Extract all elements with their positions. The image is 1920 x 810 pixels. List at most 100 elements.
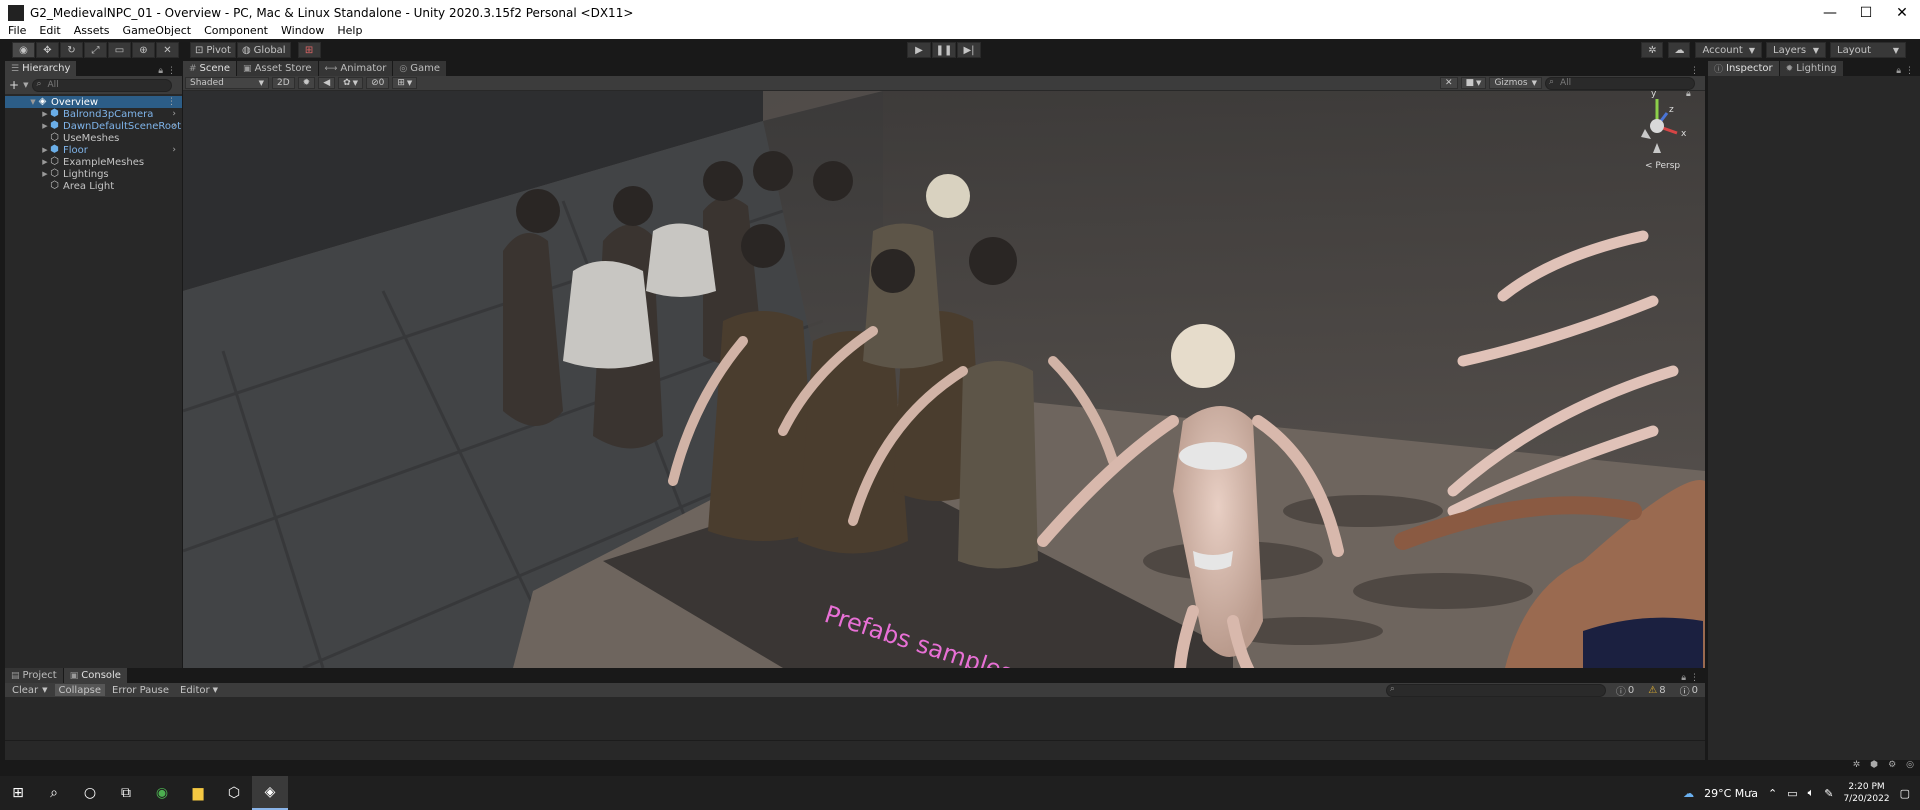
- lock-icon[interactable]: 🔒︎: [1896, 66, 1901, 76]
- hierarchy-search-input[interactable]: All: [32, 78, 173, 92]
- gizmos-dropdown[interactable]: Gizmos ▼: [1489, 77, 1542, 89]
- editor-dropdown[interactable]: Editor ▼: [176, 684, 222, 696]
- chevron-right-icon[interactable]: ›: [172, 109, 176, 119]
- transform-tool-button[interactable]: ⊕: [132, 42, 155, 58]
- hierarchy-item[interactable]: ▶ ⬡ Lightings: [5, 168, 182, 180]
- tab-inspector[interactable]: ⓘ Inspector: [1708, 61, 1779, 76]
- expand-arrow-icon[interactable]: ▶: [41, 122, 49, 130]
- chevron-right-icon[interactable]: ›: [172, 121, 176, 131]
- tab-project[interactable]: ▤ Project: [5, 668, 63, 683]
- move-tool-button[interactable]: ✥: [36, 42, 59, 58]
- menu-assets[interactable]: Assets: [74, 24, 110, 37]
- grid-dropdown[interactable]: ⊞ ▼: [392, 77, 418, 89]
- menu-window[interactable]: Window: [281, 24, 324, 37]
- orientation-gizmo[interactable]: y z x 🔒︎ < Persp: [1627, 91, 1691, 181]
- hierarchy-item[interactable]: ▶ ⬢ Floor ›: [5, 144, 182, 156]
- weather-icon[interactable]: ☁: [1683, 787, 1694, 800]
- menu-component[interactable]: Component: [204, 24, 268, 37]
- scene-viewport[interactable]: Prefabs samples y z x 🔒︎ < Persp: [183, 91, 1705, 668]
- network-icon[interactable]: ▭: [1787, 787, 1797, 800]
- taskbar-unity-editor[interactable]: ◈: [252, 776, 288, 810]
- view-tool-button[interactable]: ◉: [12, 42, 35, 58]
- more-icon[interactable]: ⋮: [167, 97, 176, 107]
- effects-dropdown[interactable]: ✿ ▼: [338, 77, 364, 89]
- lighting-toggle[interactable]: ✹: [297, 77, 316, 89]
- console-search-input[interactable]: [1385, 683, 1606, 697]
- chevron-up-icon[interactable]: ⌃: [1768, 787, 1777, 800]
- notifications-icon[interactable]: ▢: [1900, 787, 1910, 800]
- hierarchy-item[interactable]: ⬡ Area Light: [5, 180, 182, 192]
- cache-icon[interactable]: ⚙: [1888, 760, 1896, 770]
- lock-icon[interactable]: 🔒︎: [158, 66, 163, 76]
- panel-menu-icon[interactable]: ⋮: [1690, 673, 1699, 683]
- menu-file[interactable]: File: [8, 24, 26, 37]
- tab-animator[interactable]: ⟷ Animator: [318, 61, 393, 76]
- cortana-button[interactable]: ○: [72, 776, 108, 810]
- menu-help[interactable]: Help: [337, 24, 362, 37]
- weather-text[interactable]: 29°C Mưa: [1704, 787, 1758, 800]
- panel-menu-icon[interactable]: ⋮: [1905, 66, 1914, 76]
- task-view-button[interactable]: ⧉: [108, 776, 144, 810]
- rotate-tool-button[interactable]: ↻: [60, 42, 83, 58]
- log-filter-toggle[interactable]: ⓘ 0: [1612, 684, 1638, 698]
- expand-arrow-icon[interactable]: ▶: [41, 110, 49, 118]
- tab-lighting[interactable]: ✹ Lighting: [1779, 61, 1843, 76]
- taskbar-chrome[interactable]: ◉: [144, 776, 180, 810]
- panel-menu-icon[interactable]: ⋮: [167, 66, 176, 76]
- hierarchy-item[interactable]: ▶ ⬡ ExampleMeshes: [5, 156, 182, 168]
- progress-icon[interactable]: ⬢: [1870, 760, 1878, 770]
- search-button[interactable]: ⌕: [36, 776, 72, 810]
- maximize-button[interactable]: ☐: [1848, 5, 1884, 21]
- layout-dropdown[interactable]: Layout ▼: [1830, 42, 1906, 58]
- collapse-toggle[interactable]: Collapse: [54, 684, 106, 696]
- expand-arrow-icon[interactable]: ▼: [29, 98, 37, 106]
- step-button[interactable]: ▶|: [957, 42, 981, 58]
- audio-toggle[interactable]: ◀: [318, 77, 336, 89]
- hierarchy-item[interactable]: ⬡ UseMeshes: [5, 132, 182, 144]
- auto-refresh-icon[interactable]: ◎: [1906, 760, 1914, 770]
- expand-arrow-icon[interactable]: ▶: [41, 146, 49, 154]
- projection-toggle[interactable]: < Persp: [1645, 161, 1680, 171]
- shading-mode-dropdown[interactable]: Shaded ▼: [185, 77, 269, 89]
- tab-scene[interactable]: # Scene: [183, 61, 237, 76]
- scene-root-row[interactable]: ▼ ◈ Overview ⋮: [5, 96, 182, 108]
- close-button[interactable]: ✕: [1884, 5, 1920, 21]
- panel-menu-icon[interactable]: ⋮: [1690, 66, 1699, 76]
- error-pause-toggle[interactable]: Error Pause: [108, 684, 173, 696]
- lock-icon[interactable]: 🔒︎: [1681, 673, 1686, 683]
- pause-button[interactable]: ❚❚: [932, 42, 956, 58]
- clock[interactable]: 2:20 PM 7/20/2022: [1843, 781, 1889, 805]
- 2d-toggle[interactable]: 2D: [272, 77, 295, 89]
- pen-icon[interactable]: ✎: [1824, 787, 1833, 800]
- bug-icon[interactable]: ✲: [1853, 760, 1861, 770]
- gizmo-lock-icon[interactable]: 🔒︎: [1686, 91, 1691, 99]
- warning-filter-toggle[interactable]: ⚠ 8: [1644, 684, 1669, 696]
- volume-icon[interactable]: 🔈︎: [1808, 786, 1815, 800]
- add-object-button[interactable]: +: [9, 78, 19, 92]
- scene-search-input[interactable]: All: [1545, 76, 1695, 90]
- layers-dropdown[interactable]: Layers ▼: [1766, 42, 1826, 58]
- scale-tool-button[interactable]: ⤢: [84, 42, 107, 58]
- hierarchy-item[interactable]: ▶ ⬢ Balrond3pCamera ›: [5, 108, 182, 120]
- tab-game[interactable]: ◎ Game: [393, 61, 447, 76]
- hidden-objects-toggle[interactable]: ⊘ 0: [366, 77, 390, 89]
- menu-edit[interactable]: Edit: [39, 24, 60, 37]
- pivot-toggle[interactable]: ⊡ Pivot: [190, 42, 236, 58]
- tab-console[interactable]: ▣ Console: [63, 668, 127, 683]
- expand-arrow-icon[interactable]: ▶: [41, 170, 49, 178]
- account-dropdown[interactable]: Account ▼: [1695, 42, 1762, 58]
- tab-hierarchy[interactable]: ☰ Hierarchy: [5, 61, 77, 76]
- taskbar-unity-hub[interactable]: ⬡: [216, 776, 252, 810]
- menu-gameobject[interactable]: GameObject: [123, 24, 192, 37]
- minimize-button[interactable]: —: [1812, 5, 1848, 21]
- tab-asset-store[interactable]: ▣ Asset Store: [237, 61, 318, 76]
- rect-tool-button[interactable]: ▭: [108, 42, 131, 58]
- scene-tools-button[interactable]: ✕: [1439, 77, 1458, 89]
- taskbar-file-explorer[interactable]: ▆: [180, 776, 216, 810]
- clear-button[interactable]: Clear ▼: [8, 684, 52, 696]
- custom-tool-button[interactable]: ✕: [156, 42, 179, 58]
- collab-button[interactable]: ✲: [1641, 42, 1664, 58]
- error-filter-toggle[interactable]: ⓘ 0: [1676, 684, 1702, 698]
- camera-dropdown[interactable]: ■ ▼: [1460, 77, 1487, 89]
- grid-snap-button[interactable]: ⊞: [297, 42, 321, 58]
